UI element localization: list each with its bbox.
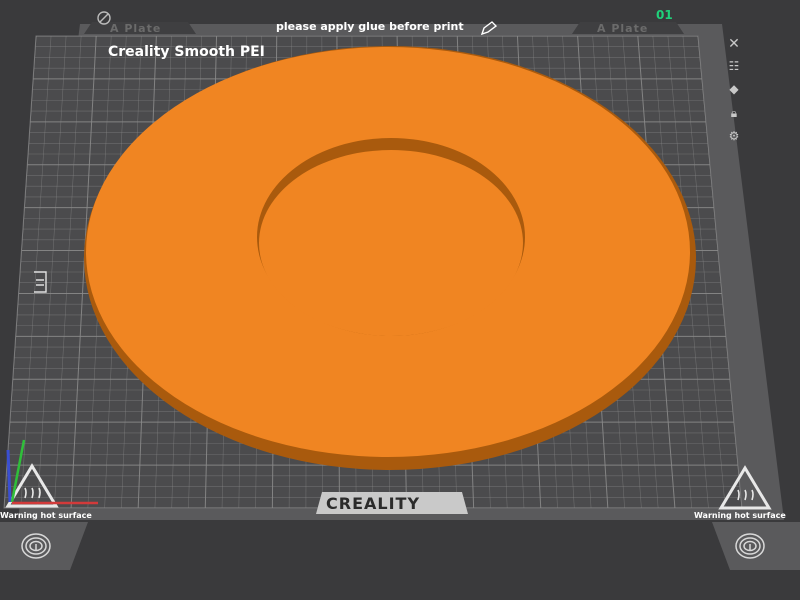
plate-name-left[interactable]: A Plate	[110, 22, 161, 35]
settings-icon: ⚙	[728, 129, 740, 143]
plate-note[interactable]: please apply glue before print	[276, 20, 464, 33]
warning-label-right: Warning hot surface	[694, 511, 786, 520]
orient-button[interactable]: ◆	[722, 79, 746, 99]
model-hole-floor	[259, 150, 523, 336]
fingerprint-icon-left	[21, 533, 51, 559]
z-axis	[6, 449, 12, 503]
plate-index[interactable]: 01	[656, 8, 673, 22]
arrange-button[interactable]: ☷	[722, 56, 746, 76]
bed-type-label: Creality Smooth PEI	[108, 44, 265, 60]
bed-foot-left	[0, 522, 88, 570]
orient-icon: ◆	[729, 82, 739, 96]
plate-settings-button[interactable]: ⚙	[722, 126, 746, 146]
lock-plate-button[interactable]: 🔒︎	[722, 103, 746, 123]
brand-logo: CREALITY	[326, 494, 421, 513]
warning-label-left: Warning hot surface	[0, 511, 92, 520]
fingerprint-icon-right	[735, 533, 765, 559]
close-plate-button[interactable]: ✕	[722, 34, 746, 54]
model-ring[interactable]	[84, 46, 696, 470]
lock-icon: 🔒︎	[730, 105, 738, 120]
arrange-icon: ☷	[728, 59, 740, 73]
plate-name-right[interactable]: A Plate	[597, 22, 648, 35]
close-icon: ✕	[728, 36, 740, 52]
